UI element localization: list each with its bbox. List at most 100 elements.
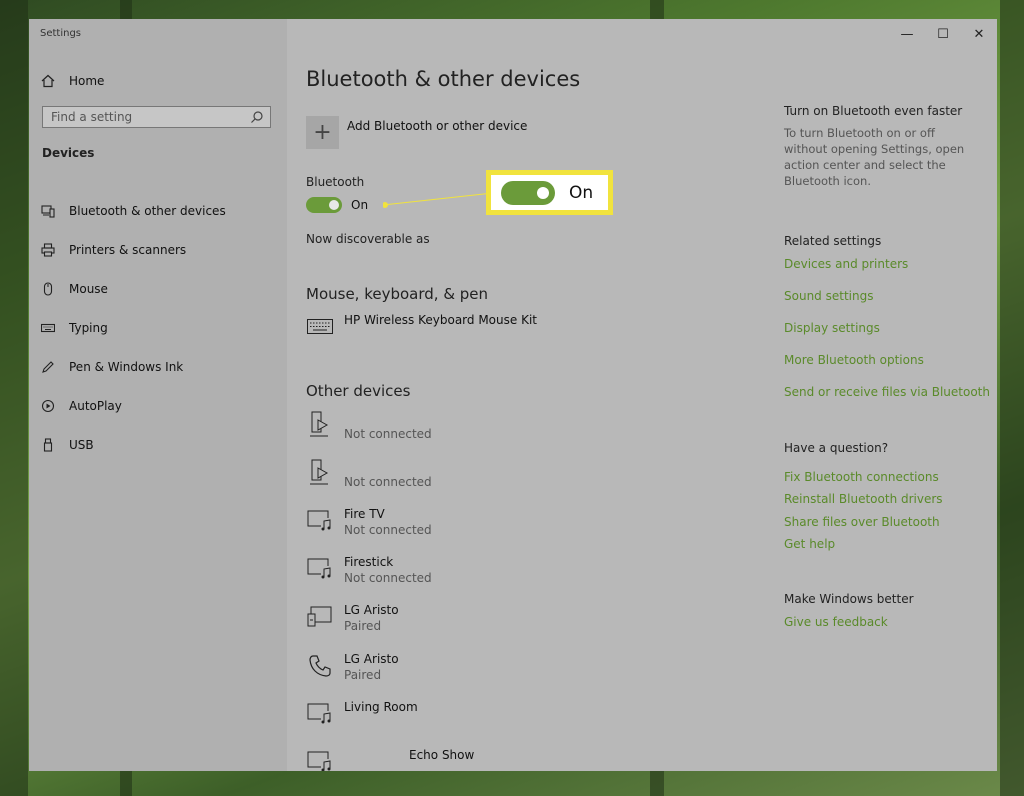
add-device-button[interactable]: + Add Bluetooth or other device [306,116,527,149]
faster-text: To turn Bluetooth on or off without open… [784,126,965,188]
sidebar: Settings Home Find a setting Devices Blu… [29,19,287,771]
device-item[interactable]: Living Room [306,700,626,728]
zoomed-toggle [501,180,555,205]
device-name [344,459,432,474]
media-music-icon [306,700,334,728]
sidebar-nav: Bluetooth & other devices Printers & sca… [40,191,280,464]
sidebar-item-mouse[interactable]: Mouse [40,269,280,308]
home-label: Home [69,74,105,88]
other-devices-heading: Other devices [306,382,411,400]
bluetooth-devices-icon [40,203,56,219]
device-name: HP Wireless Keyboard Mouse Kit [344,313,537,327]
search-placeholder: Find a setting [51,110,133,124]
media-device-icon [306,459,334,487]
device-item[interactable]: Echo Show [306,748,626,771]
callout-line [383,192,493,208]
search-input[interactable]: Find a setting [42,106,271,128]
link-reinstall-drivers[interactable]: Reinstall Bluetooth drivers [784,492,943,506]
sidebar-item-label: Printers & scanners [69,242,187,257]
device-name: Firestick [344,555,394,569]
sidebar-section-devices: Devices [42,146,95,160]
device-name: Living Room [344,700,418,714]
settings-window: Settings Home Find a setting Devices Blu… [29,19,997,771]
device-item[interactable]: Not connected [306,411,626,442]
sidebar-item-label: Pen & Windows Ink [69,359,184,374]
home-link[interactable]: Home [40,71,104,91]
sidebar-item-pen[interactable]: Pen & Windows Ink [40,347,280,386]
mouse-icon [40,281,56,297]
link-give-feedback[interactable]: Give us feedback [784,615,888,629]
bluetooth-toggle[interactable] [306,197,342,213]
page-title: Bluetooth & other devices [306,67,581,91]
window-controls: — ☐ ✕ [889,23,997,45]
search-icon[interactable] [250,110,264,124]
bluetooth-state: On [351,198,369,212]
sidebar-item-label: USB [69,437,94,452]
minimize-icon: — [900,26,914,42]
device-status: Not connected [344,523,432,537]
media-music-icon [306,748,334,771]
device-status: Paired [344,668,382,682]
link-fix-bluetooth[interactable]: Fix Bluetooth connections [784,470,939,484]
app-title: Settings [40,28,82,39]
device-status: Paired [344,619,382,633]
sidebar-item-printers[interactable]: Printers & scanners [40,230,280,269]
link-send-receive-files[interactable]: Send or receive files via Bluetooth [784,385,990,399]
mouse-keyboard-heading: Mouse, keyboard, & pen [306,285,489,303]
sidebar-item-usb[interactable]: USB [40,425,280,464]
device-item[interactable]: LG Aristo Paired [306,603,626,634]
media-music-icon [306,555,334,583]
phone-icon [306,652,334,680]
close-icon: ✕ [973,26,985,42]
device-status: Not connected [344,475,432,489]
bluetooth-toggle-row: On [306,197,368,213]
zoomed-toggle-callout: On [486,170,613,215]
device-name: Fire TV [344,507,385,521]
sidebar-item-autoplay[interactable]: AutoPlay [40,386,280,425]
device-item[interactable]: Not connected [306,459,626,490]
minimize-button[interactable]: — [889,23,925,45]
device-item[interactable]: Fire TV Not connected [306,507,626,538]
link-devices-printers[interactable]: Devices and printers [784,257,908,271]
device-keyboard[interactable]: HP Wireless Keyboard Mouse Kit [306,313,626,341]
autoplay-icon [40,398,56,414]
faster-title: Turn on Bluetooth even faster [784,104,963,118]
related-title: Related settings [784,234,882,248]
device-status: Not connected [344,427,432,441]
usb-icon [40,437,56,453]
sidebar-item-label: AutoPlay [69,398,122,413]
home-icon [40,73,56,89]
maximize-icon: ☐ [937,26,949,42]
display-device-icon [306,603,334,631]
device-status: Not connected [344,571,432,585]
link-display-settings[interactable]: Display settings [784,321,880,335]
media-device-icon [306,411,334,439]
sidebar-item-typing[interactable]: Typing [40,308,280,347]
link-get-help[interactable]: Get help [784,537,835,551]
maximize-button[interactable]: ☐ [925,23,961,45]
sidebar-item-label: Bluetooth & other devices [69,203,226,218]
close-button[interactable]: ✕ [961,23,997,45]
sidebar-item-label: Mouse [69,281,108,296]
link-more-bluetooth[interactable]: More Bluetooth options [784,353,924,367]
device-name [344,411,432,426]
main-content: — ☐ ✕ Bluetooth & other devices + Add Bl… [287,19,997,771]
pen-icon [40,359,56,375]
device-name: LG Aristo [344,603,399,617]
sidebar-item-label: Typing [69,320,108,335]
plus-icon: + [306,116,339,149]
better-title: Make Windows better [784,592,914,606]
discoverable-text: Now discoverable as [306,232,430,246]
bluetooth-label: Bluetooth [306,175,365,189]
link-share-files[interactable]: Share files over Bluetooth [784,515,940,529]
device-item[interactable]: Firestick Not connected [306,555,626,586]
question-title: Have a question? [784,441,889,455]
link-sound-settings[interactable]: Sound settings [784,289,873,303]
keyboard-icon [40,320,56,336]
device-item[interactable]: LG Aristo Paired [306,652,626,683]
device-name: Echo Show [409,748,475,762]
sidebar-item-bluetooth[interactable]: Bluetooth & other devices [40,191,280,230]
keyboard-icon [306,313,334,341]
add-device-label: Add Bluetooth or other device [347,119,528,133]
printer-icon [40,242,56,258]
